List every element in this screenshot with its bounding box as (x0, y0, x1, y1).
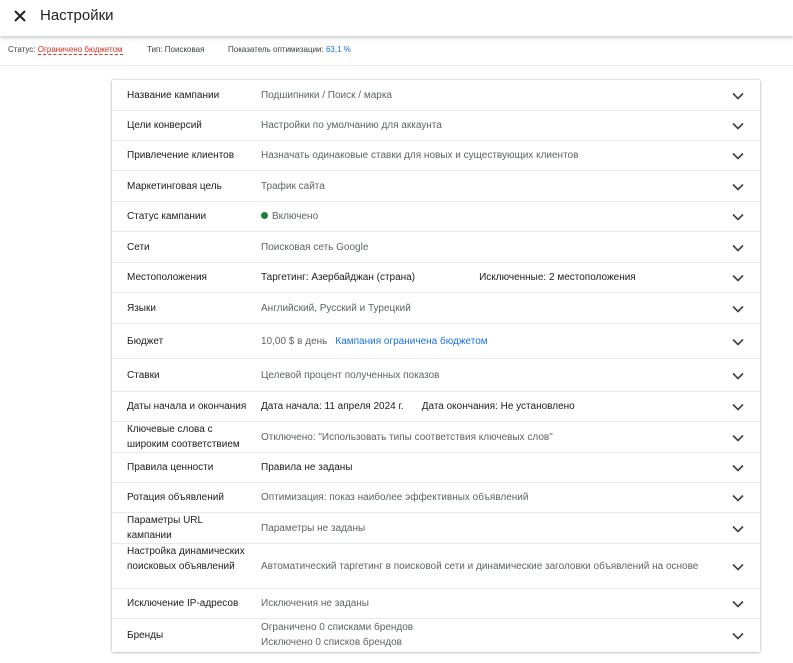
status-summary: Статус: Ограничено бюджетом (8, 45, 123, 55)
setting-label: Бюджет (127, 336, 164, 347)
end-date: Дата окончания: Не установлено (421, 401, 575, 412)
setting-row-ad-rotation[interactable]: Ротация объявлений Оптимизация: показ на… (112, 483, 760, 513)
chevron-down-icon[interactable] (732, 244, 744, 252)
setting-value: Английский, Русский и Турецкий (261, 303, 411, 314)
setting-row-networks[interactable]: Сети Поисковая сеть Google (112, 232, 760, 263)
setting-row-dsa[interactable]: Настройка динамических поисковых объявле… (112, 544, 760, 589)
chevron-down-icon[interactable] (732, 183, 744, 191)
setting-label: Исключение IP-адресов (127, 598, 239, 609)
setting-value: Включено (261, 209, 723, 224)
chevron-down-icon[interactable] (732, 338, 744, 346)
setting-value: Правила не заданы (261, 462, 353, 473)
setting-row-marketing-goal[interactable]: Маркетинговая цель Трафик сайта (112, 171, 760, 202)
setting-row-url-params[interactable]: Параметры URL кампании Параметры не зада… (112, 513, 760, 544)
setting-row-broad-match[interactable]: Ключевые слова с широким соответствием О… (112, 422, 760, 453)
setting-value: Назначать одинаковые ставки для новых и … (261, 150, 579, 161)
setting-label: Бренды (127, 630, 164, 641)
setting-label: Ставки (127, 370, 160, 381)
setting-row-budget[interactable]: Бюджет 10,00 $ в день Кампания ограничена… (112, 324, 760, 359)
setting-label: Маркетинговая цель (127, 181, 222, 192)
setting-row-campaign-status[interactable]: Статус кампании Включено (112, 202, 760, 232)
location-excluded: Исключенные: 2 местоположения (479, 272, 636, 283)
setting-row-locations[interactable]: Местоположения Таргетинг: Азербайджан (с… (112, 263, 760, 293)
campaign-status-bar: Статус: Ограничено бюджетом Тип: Поисков… (0, 40, 793, 66)
setting-value: Трафик сайта (261, 181, 325, 192)
setting-row-bids[interactable]: Ставки Целевой процент полученных показо… (112, 359, 760, 392)
chevron-down-icon[interactable] (732, 600, 744, 608)
type-label: Тип: (147, 45, 163, 54)
chevron-down-icon[interactable] (732, 403, 744, 411)
setting-row-customer-acquisition[interactable]: Привлечение клиентов Назначать одинаковы… (112, 141, 760, 171)
brands-limited: Ограничено 0 списками брендов (261, 622, 414, 633)
chevron-down-icon[interactable] (732, 525, 744, 533)
setting-value: Исключения не заданы (261, 598, 369, 609)
setting-label: Цели конверсий (127, 120, 202, 131)
setting-label: Ротация объявлений (127, 492, 224, 503)
setting-label: Даты начала и окончания (127, 401, 247, 412)
chevron-down-icon[interactable] (732, 372, 744, 380)
setting-row-brands[interactable]: Бренды Ограничено 0 списками брендов Иск… (112, 619, 760, 652)
optimization-score-link[interactable]: 63,1 % (326, 45, 351, 54)
setting-value: Параметры не заданы (261, 523, 366, 534)
type-value: Поисковая (164, 45, 205, 54)
setting-label: Языки (127, 303, 156, 314)
settings-card: Название кампании Подшипники / Поиск / м… (112, 80, 760, 652)
chevron-down-icon[interactable] (732, 152, 744, 160)
setting-label: Название кампании (127, 90, 220, 101)
chevron-down-icon[interactable] (732, 213, 744, 221)
location-targeting: Таргетинг: Азербайджан (страна) (261, 272, 416, 283)
chevron-down-icon[interactable] (732, 494, 744, 502)
status-label: Статус: (8, 45, 36, 54)
chevron-down-icon[interactable] (732, 305, 744, 313)
close-button[interactable] (8, 4, 32, 28)
setting-row-value-rules[interactable]: Правила ценности Правила не заданы (112, 453, 760, 483)
budget-amount: 10,00 $ в день (261, 336, 328, 347)
page-title: Настройки (40, 7, 114, 24)
type-summary: Тип: Поисковая (147, 45, 204, 54)
setting-value: 10,00 $ в день Кампания ограничена бюджет… (261, 334, 723, 349)
setting-row-ip-exclusion[interactable]: Исключение IP-адресов Исключения не зада… (112, 589, 760, 619)
budget-limited-link[interactable]: Кампания ограничена бюджетом (335, 336, 487, 347)
top-header: Настройки (0, 0, 793, 36)
setting-value: Подшипники / Поиск / марка (261, 90, 392, 101)
setting-value: Автоматический таргетинг в поисковой сет… (261, 561, 699, 572)
chevron-down-icon[interactable] (732, 632, 744, 640)
setting-label: Сети (127, 242, 150, 253)
setting-value: Дата начала: 11 апреля 2024 г. Дата оконч… (261, 399, 723, 414)
setting-label: Статус кампании (127, 211, 207, 222)
close-icon (14, 10, 26, 22)
setting-row-campaign-name[interactable]: Название кампании Подшипники / Поиск / м… (112, 80, 760, 111)
setting-label: Параметры URL кампании (127, 515, 203, 541)
optimization-summary: Показатель оптимизации: 63,1 % (228, 45, 351, 54)
status-value-link[interactable]: Ограничено бюджетом (37, 45, 123, 55)
start-date: Дата начала: 11 апреля 2024 г. (261, 401, 404, 412)
campaign-status-text: Включено (272, 211, 319, 222)
setting-row-conversion-goals[interactable]: Цели конверсий Настройки по умолчанию дл… (112, 111, 760, 141)
setting-value: Настройки по умолчанию для аккаунта (261, 120, 442, 131)
setting-label: Настройка динамических поисковых объявле… (127, 546, 245, 572)
chevron-down-icon[interactable] (732, 563, 744, 571)
setting-label: Привлечение клиентов (127, 150, 235, 161)
setting-row-dates[interactable]: Даты начала и окончания Дата начала: 11 … (112, 392, 760, 422)
setting-value: Таргетинг: Азербайджан (страна) Исключенн… (261, 270, 723, 285)
brands-excluded: Исключено 0 списков брендов (261, 637, 402, 648)
chevron-down-icon[interactable] (732, 92, 744, 100)
optimization-label: Показатель оптимизации: (228, 45, 324, 54)
chevron-down-icon[interactable] (732, 274, 744, 282)
setting-label: Правила ценности (127, 462, 214, 473)
setting-label: Ключевые слова с широким соответствием (127, 424, 240, 450)
setting-value: Целевой процент полученных показов (261, 370, 440, 381)
chevron-down-icon[interactable] (732, 434, 744, 442)
chevron-down-icon[interactable] (732, 464, 744, 472)
status-dot-icon (261, 212, 268, 219)
setting-value: Оптимизация: показ наиболее эффективных … (261, 492, 529, 503)
setting-row-languages[interactable]: Языки Английский, Русский и Турецкий (112, 293, 760, 324)
setting-label: Местоположения (127, 272, 207, 283)
setting-value: Отключено: "Использовать типы соответств… (261, 432, 553, 443)
setting-value: Поисковая сеть Google (261, 242, 369, 253)
chevron-down-icon[interactable] (732, 122, 744, 130)
